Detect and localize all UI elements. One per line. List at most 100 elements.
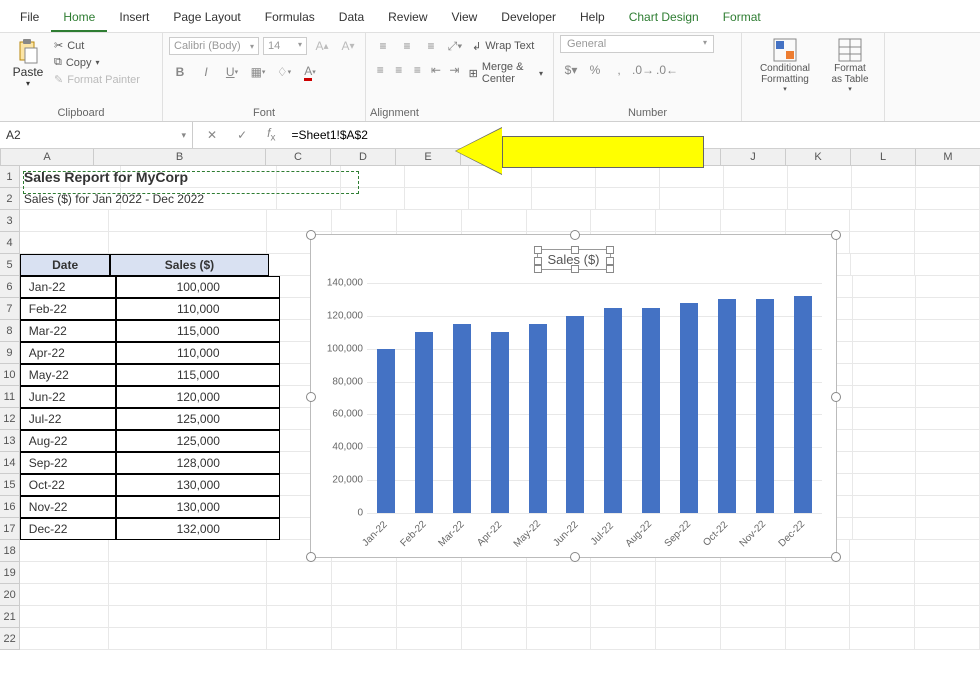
row-header-14[interactable]: 14 <box>0 452 20 474</box>
cell-L19[interactable] <box>850 562 915 584</box>
align-left-icon[interactable]: ≡ <box>372 59 389 81</box>
cell-B22[interactable] <box>109 628 267 650</box>
cell-A16[interactable]: Nov-22 <box>20 496 117 518</box>
cell-E21[interactable] <box>397 606 462 628</box>
cell-C3[interactable] <box>267 210 332 232</box>
row-header-7[interactable]: 7 <box>0 298 20 320</box>
cell-M18[interactable] <box>915 540 980 562</box>
column-header-D[interactable]: D <box>331 149 396 165</box>
cell-K22[interactable] <box>786 628 851 650</box>
resize-handle[interactable] <box>306 230 316 240</box>
row-header-10[interactable]: 10 <box>0 364 20 386</box>
cell-A13[interactable]: Aug-22 <box>20 430 117 452</box>
chart-bar[interactable] <box>491 332 509 513</box>
menu-chart-design[interactable]: Chart Design <box>617 4 711 32</box>
cell-M17[interactable] <box>916 518 980 540</box>
cell-M7[interactable] <box>916 298 980 320</box>
cell-I20[interactable] <box>656 584 721 606</box>
menu-insert[interactable]: Insert <box>107 4 161 32</box>
decrease-font-icon[interactable]: A▾ <box>337 35 359 57</box>
italic-button[interactable]: I <box>195 61 217 83</box>
font-color-button[interactable]: A▾ <box>299 61 321 83</box>
cell-C19[interactable] <box>267 562 332 584</box>
chart-bar[interactable] <box>377 349 395 513</box>
cell-L20[interactable] <box>850 584 915 606</box>
cell-L15[interactable] <box>853 474 917 496</box>
cell-J3[interactable] <box>721 210 786 232</box>
menu-review[interactable]: Review <box>376 4 439 32</box>
cell-A2[interactable]: Sales ($) for Jan 2022 - Dec 2022 <box>20 188 121 210</box>
cell-L22[interactable] <box>850 628 915 650</box>
cell-K19[interactable] <box>786 562 851 584</box>
chart-bar[interactable] <box>529 324 547 513</box>
cell-A19[interactable] <box>20 562 109 584</box>
cell-B20[interactable] <box>109 584 267 606</box>
cell-C20[interactable] <box>267 584 332 606</box>
merge-center-button[interactable]: ⊞Merge & Center▾ <box>465 59 547 87</box>
row-header-6[interactable]: 6 <box>0 276 20 298</box>
cell-L17[interactable] <box>853 518 917 540</box>
cell-F22[interactable] <box>462 628 527 650</box>
menu-format[interactable]: Format <box>711 4 773 32</box>
cell-L1[interactable] <box>852 166 916 188</box>
cell-B15[interactable]: 130,000 <box>116 474 280 496</box>
row-header-17[interactable]: 17 <box>0 518 20 540</box>
cell-M11[interactable] <box>916 386 980 408</box>
cell-J2[interactable] <box>724 188 788 210</box>
cell-B18[interactable] <box>109 540 267 562</box>
cell-A9[interactable]: Apr-22 <box>20 342 117 364</box>
cell-D22[interactable] <box>332 628 397 650</box>
cell-L6[interactable] <box>853 276 917 298</box>
column-header-A[interactable]: A <box>1 149 94 165</box>
formula-input[interactable] <box>289 127 393 143</box>
menu-file[interactable]: File <box>8 4 51 32</box>
column-header-L[interactable]: L <box>851 149 916 165</box>
cell-A3[interactable] <box>20 210 109 232</box>
format-as-table-button[interactable]: Format as Table▾ <box>822 35 878 95</box>
cell-H21[interactable] <box>591 606 656 628</box>
cell-F21[interactable] <box>462 606 527 628</box>
cell-L11[interactable] <box>853 386 917 408</box>
row-header-2[interactable]: 2 <box>0 188 20 210</box>
cell-I2[interactable] <box>660 188 724 210</box>
cell-E22[interactable] <box>397 628 462 650</box>
cell-C2[interactable] <box>277 188 341 210</box>
cell-A12[interactable]: Jul-22 <box>20 408 117 430</box>
cell-I3[interactable] <box>656 210 721 232</box>
cell-A20[interactable] <box>20 584 109 606</box>
bold-button[interactable]: B <box>169 61 191 83</box>
cell-L13[interactable] <box>853 430 917 452</box>
cell-A6[interactable]: Jan-22 <box>20 276 117 298</box>
row-header-13[interactable]: 13 <box>0 430 20 452</box>
cell-M12[interactable] <box>916 408 980 430</box>
chart-title[interactable]: Sales ($) <box>536 249 610 270</box>
cell-A15[interactable]: Oct-22 <box>20 474 117 496</box>
cell-L4[interactable] <box>850 232 915 254</box>
cell-M14[interactable] <box>916 452 980 474</box>
percent-format-icon[interactable]: % <box>584 59 606 81</box>
menu-developer[interactable]: Developer <box>489 4 568 32</box>
cell-M8[interactable] <box>916 320 980 342</box>
fx-icon[interactable]: fx <box>261 126 281 143</box>
cell-H2[interactable] <box>596 188 660 210</box>
cell-G22[interactable] <box>527 628 592 650</box>
increase-font-icon[interactable]: A▴ <box>311 35 333 57</box>
cell-E20[interactable] <box>397 584 462 606</box>
cell-H22[interactable] <box>591 628 656 650</box>
cell-B2[interactable] <box>121 188 277 210</box>
embedded-chart[interactable]: Sales ($) 020,00040,00060,00080,000100,0… <box>310 234 837 558</box>
column-header-E[interactable]: E <box>396 149 461 165</box>
row-header-12[interactable]: 12 <box>0 408 20 430</box>
cell-B17[interactable]: 132,000 <box>116 518 280 540</box>
cell-G3[interactable] <box>527 210 592 232</box>
chart-plot-area[interactable]: 020,00040,00060,00080,000100,000120,0001… <box>367 283 822 513</box>
indent-inc-icon[interactable]: ⇥ <box>446 59 463 81</box>
cell-L7[interactable] <box>853 298 917 320</box>
number-format-select[interactable]: General▾ <box>560 35 714 53</box>
cell-B5[interactable]: Sales ($) <box>110 254 269 276</box>
column-header-K[interactable]: K <box>786 149 851 165</box>
cell-B7[interactable]: 110,000 <box>116 298 280 320</box>
row-header-11[interactable]: 11 <box>0 386 20 408</box>
cell-L21[interactable] <box>850 606 915 628</box>
chart-bar[interactable] <box>453 324 471 513</box>
